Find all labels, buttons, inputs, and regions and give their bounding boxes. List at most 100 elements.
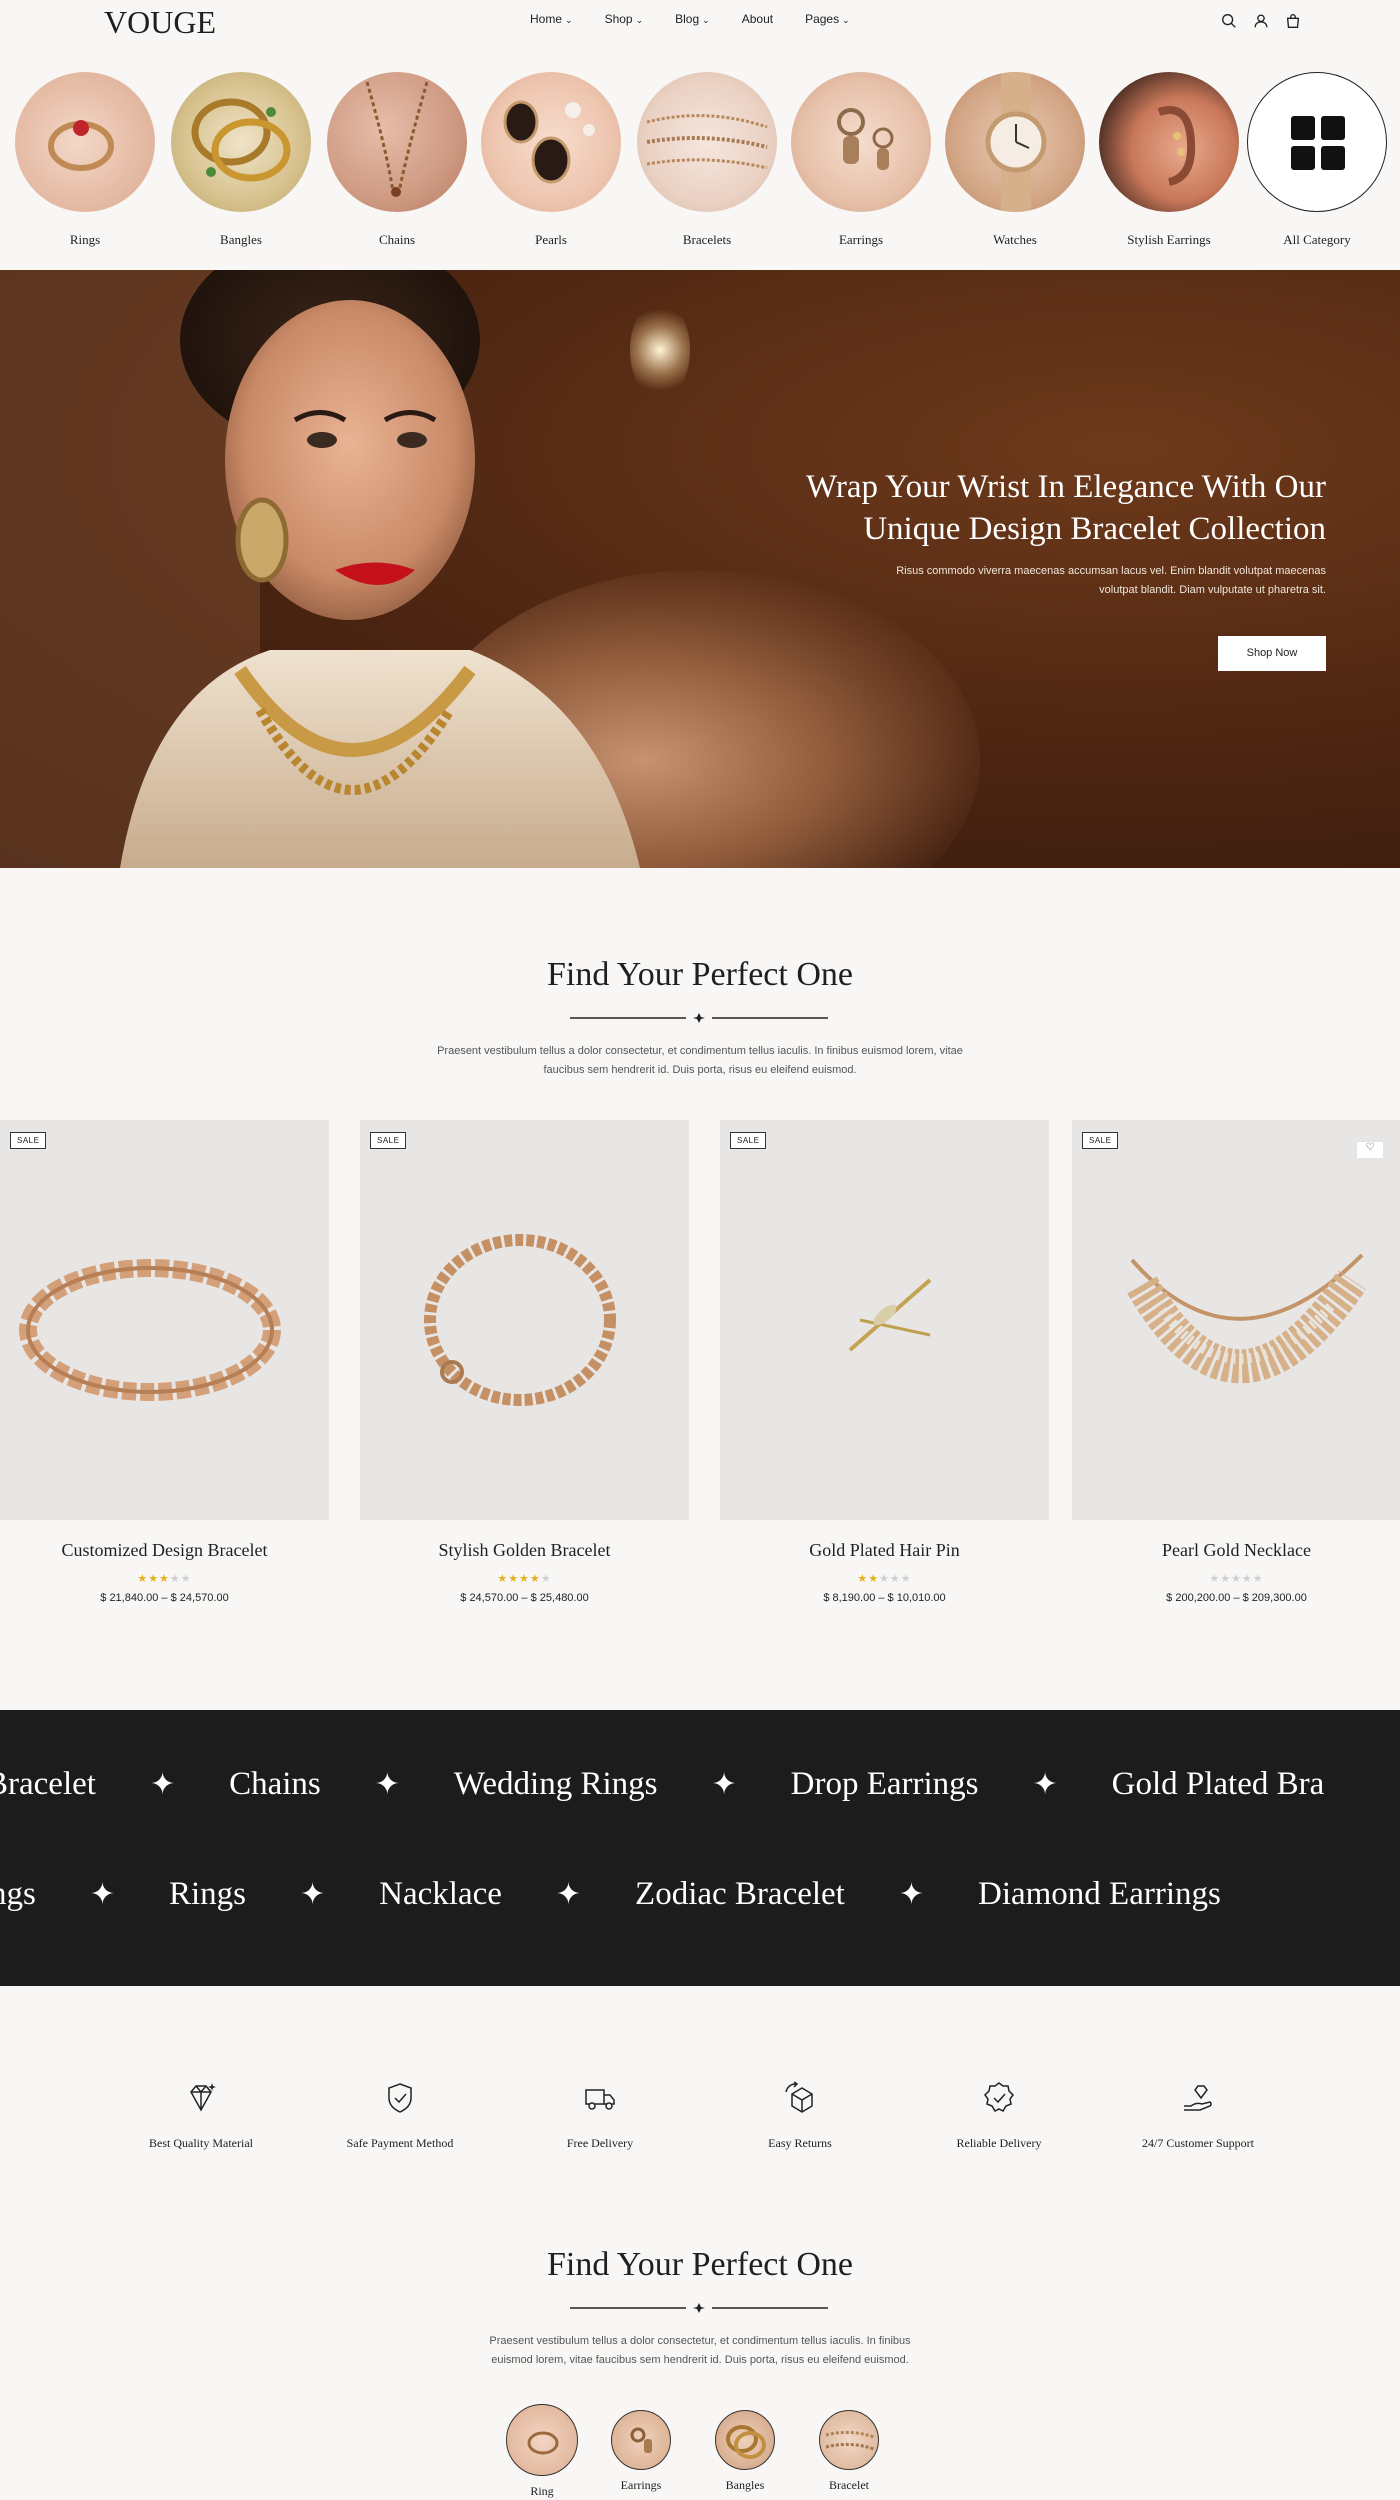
category-label: Watches (993, 232, 1037, 247)
marquee-item[interactable]: Wedding Rings (454, 1766, 658, 1803)
marquee-item[interactable]: Rings (169, 1876, 246, 1913)
section-description: Praesent vestibulum tellus a dolor conse… (0, 2332, 1400, 2370)
product-card[interactable]: SALE Customized Design Bracelet ★★★★★ $ … (0, 1120, 329, 1604)
bottom-category-earrings[interactable]: Earrings (601, 2410, 681, 2493)
sale-badge: SALE (1082, 1132, 1119, 1149)
bottom-category-ring[interactable]: Ring (502, 2404, 582, 2499)
section-title: Find Your Perfect One (547, 956, 853, 993)
category-label: Bracelets (682, 232, 732, 247)
star-empty-icon: ★★★★★ (1209, 1572, 1264, 1585)
cart-icon[interactable] (1284, 12, 1302, 30)
bottom-category-image (819, 2410, 879, 2470)
sparkle-icon: ✦ (300, 1878, 326, 1911)
section-divider (570, 2303, 828, 2313)
category-chains[interactable]: Chains (322, 72, 472, 247)
bottom-category-bracelet[interactable]: Bracelet (809, 2410, 889, 2493)
section-divider (570, 1013, 828, 1023)
bottom-category-image (506, 2404, 578, 2476)
star-empty-icon: ★ (540, 1572, 552, 1585)
feature-item: Safe Payment Method (300, 2080, 500, 2151)
sparkle-icon: ✦ (374, 1768, 400, 1801)
category-marquee: Bracelet ✦ Chains ✦ Wedding Rings ✦ Drop Earri… (0, 1710, 1400, 1986)
product-name[interactable]: Customized Design Bracelet (0, 1540, 329, 1561)
hero-banner: Wrap Your Wrist In Elegance With Our Uni… (0, 270, 1400, 868)
category-pearls[interactable]: Pearls (476, 72, 626, 247)
sparkle-icon: ✦ (711, 1768, 737, 1801)
grid-icon (1291, 116, 1345, 170)
star-empty-icon: ★★★ (879, 1572, 912, 1585)
bottom-category-label: Ring (530, 2484, 554, 2498)
marquee-item[interactable]: ngs (0, 1876, 36, 1913)
nav-shop[interactable]: Shop ⌄ (605, 12, 644, 26)
category-pearls-image (481, 72, 621, 212)
search-icon[interactable] (1220, 12, 1238, 30)
nav-shop-label: Shop (604, 12, 633, 26)
hero-copy: Wrap Your Wrist In Elegance With Our Uni… (760, 466, 1326, 600)
product-image[interactable]: SALE (360, 1120, 689, 1520)
category-all[interactable]: All Category (1242, 72, 1392, 247)
section-text-line: euismod lorem, vitae faucibus sem hendre… (491, 2354, 909, 2366)
category-earrings[interactable]: Earrings (786, 72, 936, 247)
marquee-item[interactable]: Zodiac Bracelet (635, 1876, 845, 1913)
product-card[interactable]: SALE Stylish Golden Bracelet ★★★★★ $ 24,… (360, 1120, 689, 1604)
box-return-icon (785, 2081, 813, 2113)
feature-label: Free Delivery (566, 2136, 634, 2150)
nav-pages[interactable]: Pages ⌄ (805, 12, 850, 26)
marquee-item[interactable]: Chains (229, 1766, 321, 1803)
product-image[interactable]: SALE (720, 1120, 1049, 1520)
feature-item: Free Delivery (500, 2080, 700, 2151)
feature-item: Reliable Delivery (899, 2080, 1099, 2151)
product-name[interactable]: Stylish Golden Bracelet (360, 1540, 689, 1561)
marquee-item[interactable]: Gold Plated Bra (1112, 1766, 1325, 1803)
category-bracelets[interactable]: Bracelets (632, 72, 782, 247)
shop-now-button[interactable]: Shop Now (1218, 636, 1326, 671)
star-icon: ★★ (857, 1572, 880, 1585)
category-earrings-image (791, 72, 931, 212)
category-bangles-image (171, 72, 311, 212)
marquee-row: ngs ✦ Rings ✦ Nacklace ✦ Zodiac Bracelet ✦ Diamo… (0, 1876, 1221, 1913)
product-image[interactable]: SALE ♡ (1072, 1120, 1400, 1520)
section-description: Praesent vestibulum tellus a dolor conse… (0, 1042, 1400, 1080)
bottom-category-bangles[interactable]: Bangles (705, 2410, 785, 2493)
category-watches-image (945, 72, 1085, 212)
bottom-category-label: Bracelet (829, 2478, 869, 2492)
sparkle-icon: ✦ (149, 1768, 176, 1801)
diamond-icon (190, 2083, 216, 2112)
category-label: Stylish Earrings (1127, 232, 1211, 247)
header-actions (1220, 12, 1302, 30)
main-nav: Home ⌄ Shop ⌄ Blog ⌄ About Pages ⌄ (530, 12, 882, 26)
chevron-down-icon: ⌄ (702, 15, 710, 25)
category-label: All Category (1283, 232, 1351, 247)
hero-description: Risus commodo viverra maecenas accumsan … (760, 562, 1326, 600)
product-name[interactable]: Gold Plated Hair Pin (720, 1540, 1049, 1561)
bottom-category-label: Bangles (725, 2478, 765, 2492)
hand-support-icon (1184, 2085, 1212, 2111)
category-rings[interactable]: Rings (10, 72, 160, 247)
site-logo[interactable]: Vouge (104, 4, 216, 41)
marquee-item[interactable]: Diamond Earrings (978, 1876, 1221, 1913)
nav-blog[interactable]: Blog ⌄ (675, 12, 710, 26)
user-icon[interactable] (1252, 12, 1270, 30)
hero-title-line: Unique Design Bracelet Collection (863, 511, 1326, 547)
category-bangles[interactable]: Bangles (166, 72, 316, 247)
category-watches[interactable]: Watches (940, 72, 1090, 247)
category-label: Pearls (535, 232, 567, 247)
category-stylish-earrings[interactable]: Stylish Earrings (1094, 72, 1244, 247)
sparkle-icon: ✦ (555, 1878, 582, 1911)
category-label: Earrings (838, 232, 884, 247)
marquee-item[interactable]: Bracelet (0, 1766, 96, 1803)
marquee-item[interactable]: Nacklace (379, 1876, 502, 1913)
product-image[interactable]: SALE (0, 1120, 329, 1520)
nav-about[interactable]: About (742, 12, 773, 26)
category-all-image (1247, 72, 1387, 212)
product-card[interactable]: SALE Gold Plated Hair Pin ★★★★★ $ 8,190.… (720, 1120, 1049, 1604)
marquee-item[interactable]: Drop Earrings (791, 1766, 979, 1803)
bottom-category-image (611, 2410, 671, 2470)
hero-text-line: Risus commodo viverra maecenas accumsan … (896, 565, 1326, 577)
wishlist-icon[interactable]: ♡ (1357, 1142, 1383, 1158)
product-card[interactable]: SALE ♡ Pearl Gold Necklace ★★★★★ $ 200,2… (1072, 1120, 1400, 1604)
product-rating: ★★★★★ (1072, 1572, 1400, 1585)
nav-home[interactable]: Home ⌄ (530, 12, 573, 26)
product-name[interactable]: Pearl Gold Necklace (1072, 1540, 1400, 1561)
product-price: $ 200,200.00 – $ 209,300.00 (1166, 1592, 1307, 1604)
